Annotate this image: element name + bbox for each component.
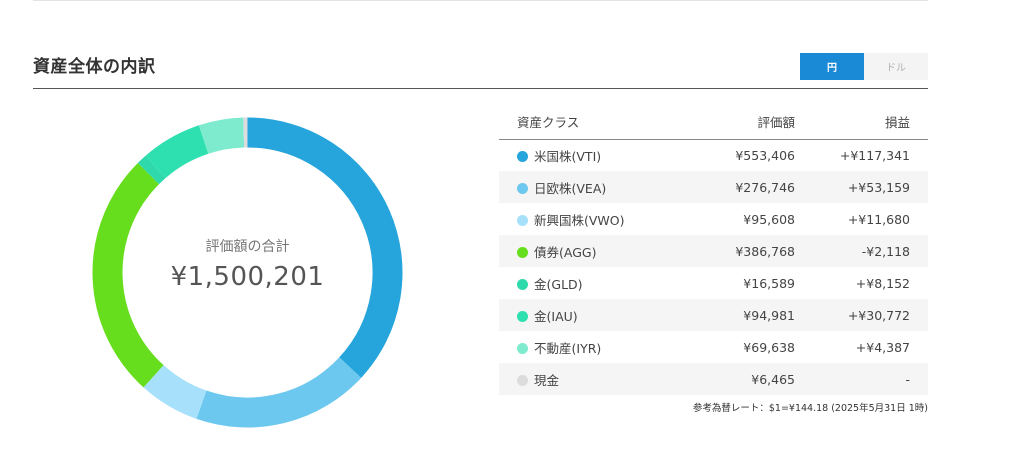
profit-loss-cell: +¥11,680 [847, 211, 910, 227]
profit-loss-cell: +¥117,341 [839, 147, 910, 163]
asset-name: 日欧株(VEA) [534, 180, 607, 196]
profit-loss-cell: +¥8,152 [855, 275, 910, 291]
donut-slice [143, 364, 207, 419]
table-row: 日欧株(VEA) ¥276,746 +¥53,159 [499, 171, 928, 203]
legend-dot-icon [517, 182, 528, 194]
legend-dot-icon [517, 246, 528, 258]
currency-dollar-button[interactable]: ドル [864, 53, 928, 80]
donut-slice [198, 117, 245, 154]
currency-toggle: 円 ドル [800, 53, 928, 80]
asset-name: 金(GLD) [534, 276, 583, 292]
asset-name-cell: 新興国株(VWO) [499, 203, 679, 235]
valuation-cell: ¥386,768 [679, 235, 795, 267]
asset-name: 新興国株(VWO) [534, 212, 625, 228]
asset-name-cell: 債券(AGG) [499, 235, 679, 267]
donut-slice [145, 125, 209, 179]
donut-slice [196, 357, 362, 428]
header-asset-class: 資産クラス [499, 105, 679, 140]
valuation-cell: ¥95,608 [743, 211, 795, 227]
currency-yen-button[interactable]: 円 [800, 53, 864, 80]
asset-name: 米国株(VTI) [534, 148, 602, 164]
asset-name-cell: 米国株(VTI) [499, 139, 679, 171]
donut-slice [137, 155, 166, 185]
asset-name: 債券(AGG) [534, 244, 597, 260]
table-row: 不動産(IYR) ¥69,638 +¥4,387 [499, 331, 928, 363]
profit-loss-cell: +¥30,772 [795, 299, 928, 331]
valuation-cell: ¥94,981 [679, 299, 795, 331]
table-row: 新興国株(VWO) ¥95,608 +¥11,680 [499, 203, 928, 235]
valuation-cell: ¥276,746 [679, 171, 795, 203]
donut-slice [92, 162, 164, 388]
table-row: 金(GLD) ¥16,589 +¥8,152 [499, 267, 928, 299]
legend-dot-icon [517, 342, 528, 354]
profit-loss-cell: +¥53,159 [795, 171, 928, 203]
asset-name: 不動産(IYR) [534, 340, 602, 356]
table-row: 債券(AGG) ¥386,768 -¥2,118 [499, 235, 928, 267]
donut-svg [92, 117, 403, 428]
valuation-cell: ¥6,465 [679, 363, 795, 395]
allocation-donut-chart: 評価額の合計 ¥1,500,201 [91, 116, 404, 429]
table-row: 米国株(VTI) ¥553,406 +¥117,341 [499, 139, 928, 171]
valuation-cell: ¥553,406 [735, 147, 795, 163]
legend-dot-icon [517, 214, 528, 226]
profit-loss-cell: +¥4,387 [855, 339, 910, 355]
legend-dot-icon [517, 278, 528, 290]
legend-dot-icon [517, 150, 528, 162]
profit-loss-cell: - [795, 363, 928, 395]
table-row: 金(IAU) ¥94,981 +¥30,772 [499, 299, 928, 331]
title-divider [33, 88, 928, 89]
valuation-cell: ¥16,589 [743, 275, 795, 291]
table-row: 現金 ¥6,465- [499, 363, 928, 395]
asset-name-cell: 金(IAU) [499, 299, 679, 331]
section-title: 資産全体の内訳 [33, 57, 156, 77]
legend-dot-icon [517, 374, 528, 386]
valuation-cell: ¥69,638 [743, 339, 795, 355]
asset-name-cell: 金(GLD) [499, 267, 679, 299]
allocation-table: 資産クラス 評価額 損益 米国株(VTI) ¥553,406 +¥117,341 日欧… [499, 105, 928, 395]
header-valuation: 評価額 [679, 105, 795, 140]
asset-name-cell: 現金 [499, 363, 679, 395]
asset-name-cell: 日欧株(VEA) [499, 171, 679, 203]
donut-slice [247, 117, 403, 378]
table-header-row: 資産クラス 評価額 損益 [499, 105, 928, 140]
asset-name: 金(IAU) [534, 308, 578, 324]
asset-name: 現金 [534, 372, 560, 388]
profit-loss-cell: -¥2,118 [795, 235, 928, 267]
asset-name-cell: 不動産(IYR) [499, 331, 679, 363]
legend-dot-icon [517, 310, 528, 322]
header-profit-loss: 損益 [795, 105, 928, 140]
fx-rate-note: 参考為替レート：$1=¥144.18 (2025年5月31日 1時) [692, 403, 928, 414]
top-divider [33, 0, 928, 1]
